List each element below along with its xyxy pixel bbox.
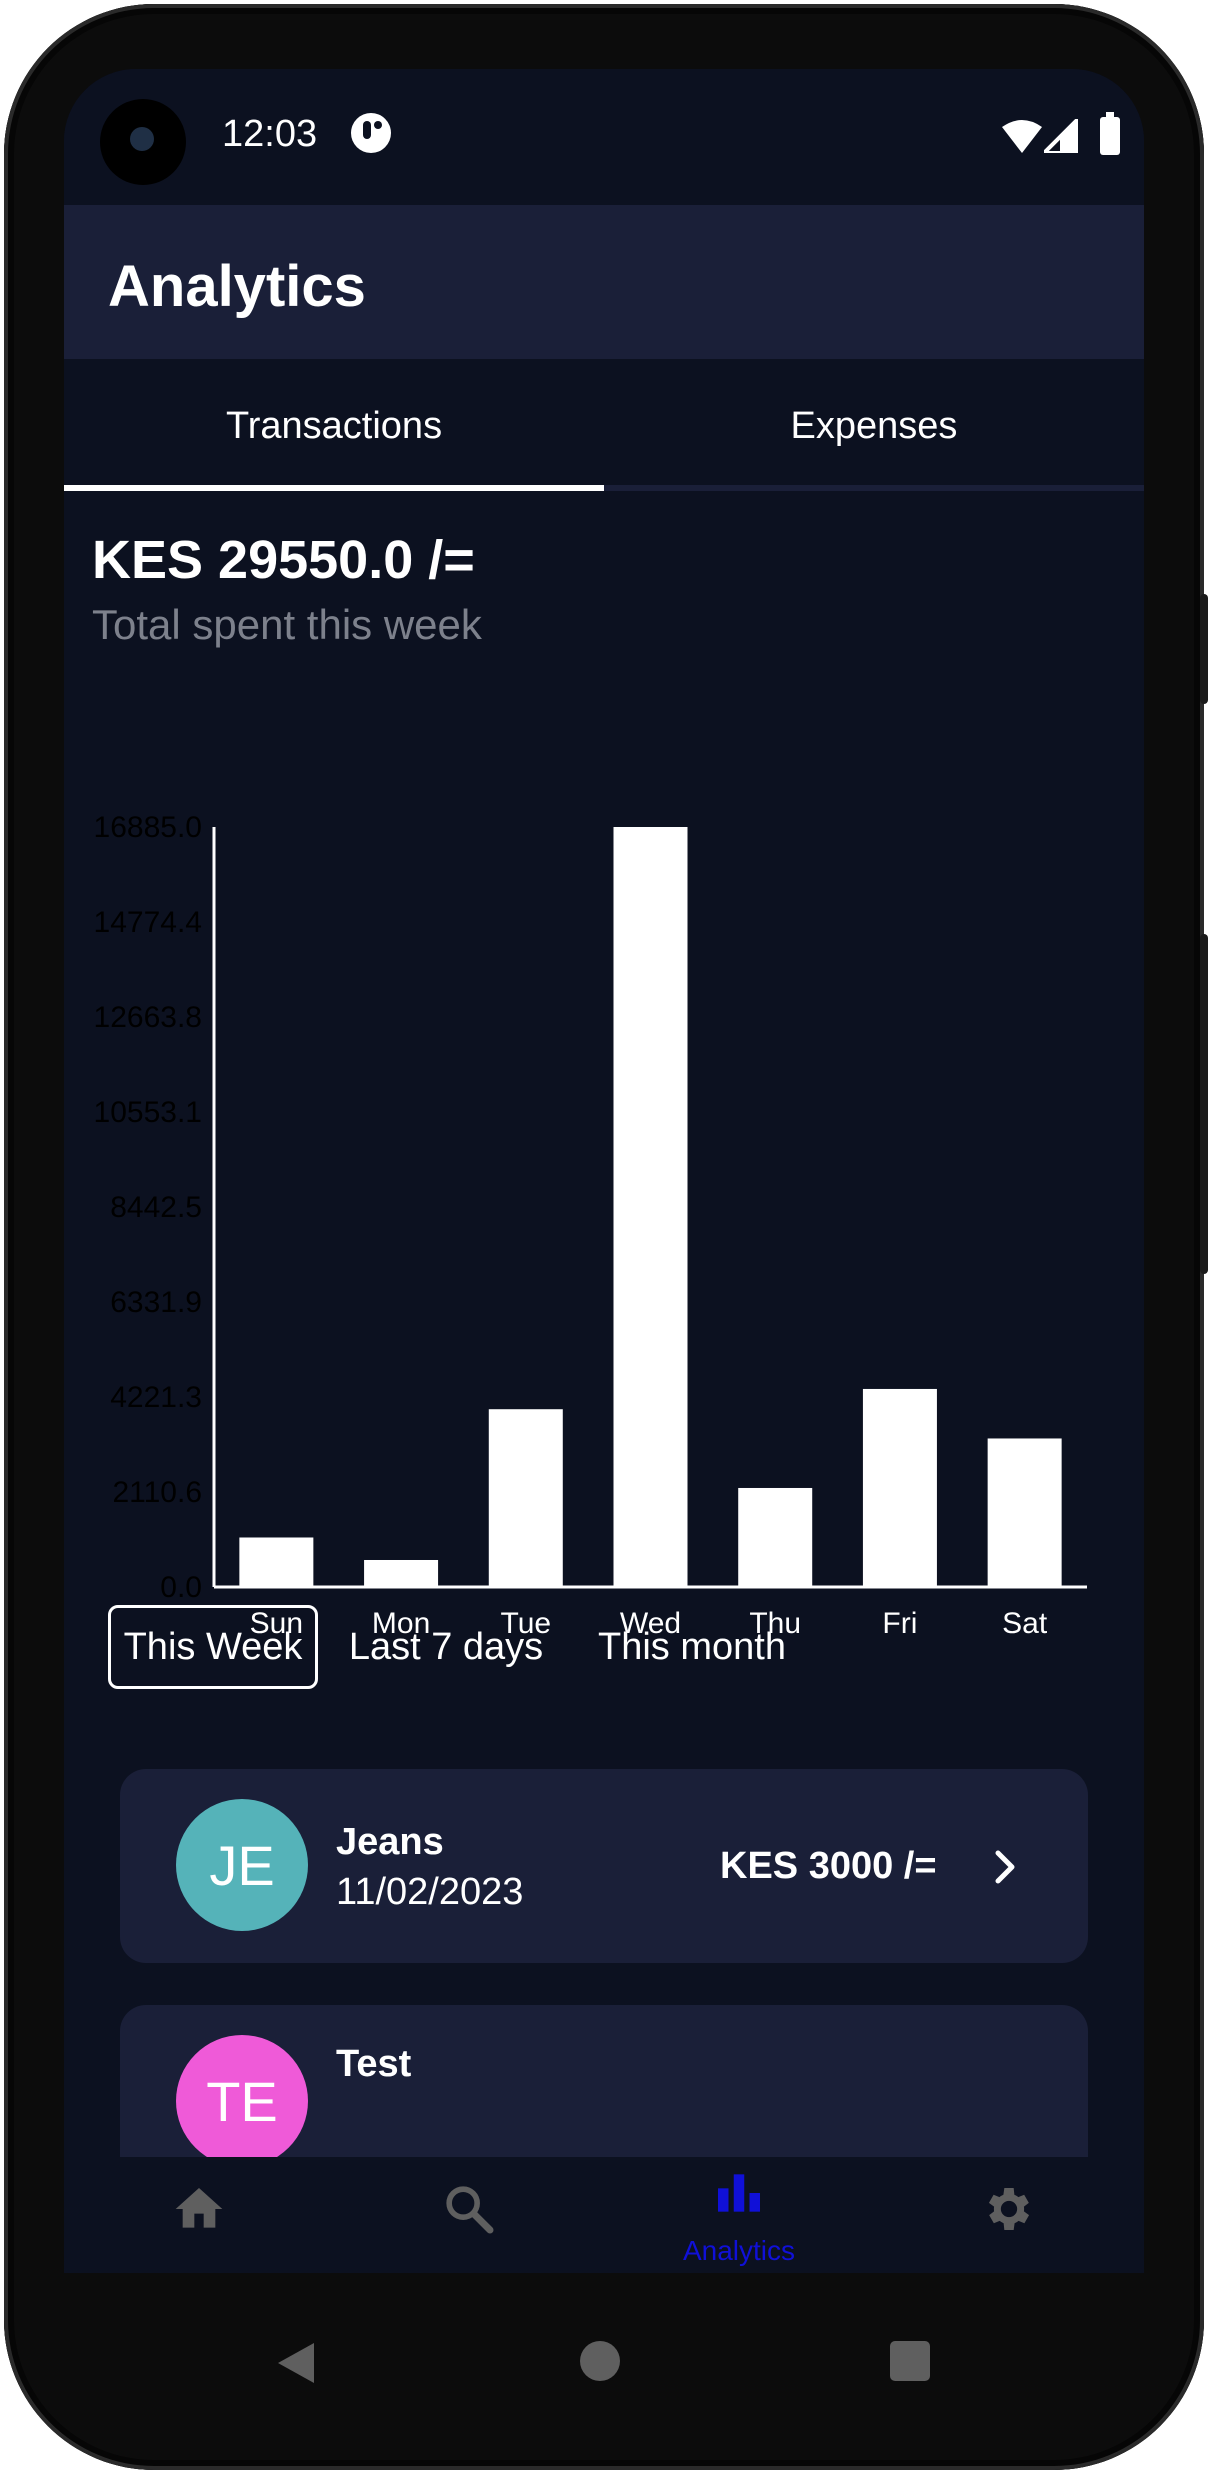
home-icon (175, 2188, 223, 2228)
front-camera (100, 99, 186, 185)
transaction-list: JE Jeans 11/02/2023 KES 3000 /= TE Test (64, 1769, 1144, 2157)
recent-apps-icon[interactable] (890, 2341, 930, 2381)
bar-mon (364, 1559, 439, 1587)
tab-bar: Transactions Expenses (64, 359, 1144, 493)
notification-icon (351, 113, 391, 153)
bar-sun (239, 1537, 314, 1587)
power-button (1200, 594, 1208, 704)
filter-this-month[interactable]: This month (572, 1605, 812, 1689)
bar-sat (987, 1438, 1062, 1587)
y-tick-label: 0.0 (160, 1571, 202, 1604)
wifi-icon (1002, 120, 1042, 153)
y-tick-label: 2110.6 (112, 1476, 202, 1509)
tab-indicator (64, 485, 604, 491)
filter-this-week[interactable]: This Week (108, 1605, 318, 1689)
chevron-right-icon[interactable] (988, 1847, 1022, 1887)
system-navigation-bar (64, 2273, 1144, 2473)
total-spent-caption: Total spent this week (92, 601, 482, 648)
y-tick-label: 12663.8 (94, 1001, 202, 1034)
tab-transactions[interactable]: Transactions (64, 359, 604, 493)
transaction-name: Test (336, 2043, 412, 2085)
tab-expenses[interactable]: Expenses (604, 359, 1144, 493)
nav-search[interactable] (334, 2157, 604, 2273)
battery-icon (1100, 112, 1120, 155)
nav-analytics[interactable]: Analytics (604, 2157, 874, 2273)
screen: 12:03 Analytics Transactions Expenses KE… (64, 69, 1144, 2273)
transaction-amount: KES 3000 /= (720, 1845, 937, 1887)
status-bar: 12:03 (64, 69, 1144, 205)
y-tick-label: 14774.4 (94, 906, 202, 939)
search-icon (446, 2186, 494, 2234)
period-filter: This Week Last 7 days This month (64, 1605, 1144, 1695)
bar-wed (613, 827, 688, 1587)
system-home-icon[interactable] (580, 2341, 620, 2381)
y-tick-label: 8442.5 (110, 1191, 202, 1224)
back-icon[interactable] (274, 2339, 318, 2387)
volume-button (1200, 934, 1208, 1274)
avatar: TE (176, 2035, 308, 2157)
y-tick-label: 10553.1 (94, 1096, 202, 1129)
nav-settings[interactable] (874, 2157, 1144, 2273)
bar-fri (862, 1388, 937, 1587)
status-time: 12:03 (222, 113, 318, 155)
transaction-card[interactable]: JE Jeans 11/02/2023 KES 3000 /= (120, 1769, 1088, 1963)
settings-icon (988, 2188, 1030, 2230)
app-bar: Analytics (64, 205, 1144, 359)
y-tick-label: 6331.9 (110, 1286, 202, 1319)
transaction-date: 11/02/2023 (336, 1871, 524, 1913)
bar-thu (738, 1487, 813, 1587)
page-title: Analytics (108, 254, 366, 319)
tab-track (604, 485, 1144, 491)
nav-analytics-label: Analytics (682, 2235, 796, 2266)
signal-icon (1044, 119, 1078, 153)
transaction-card[interactable]: TE Test (120, 2005, 1088, 2157)
avatar: JE (176, 1799, 308, 1931)
bottom-navigation: Analytics (64, 2157, 1144, 2273)
filter-last-7-days[interactable]: Last 7 days (332, 1605, 560, 1689)
y-tick-label: 16885.0 (94, 811, 202, 844)
bar-tue (488, 1409, 563, 1587)
weekly-bar-chart: 0.0 2110.6 4221.3 6331.9 8442.5 10553.1 12663.… (64, 729, 1144, 1669)
y-tick-label: 4221.3 (110, 1381, 202, 1414)
nav-home[interactable] (64, 2157, 334, 2273)
analytics-icon (718, 2174, 760, 2212)
phone-frame: 12:03 Analytics Transactions Expenses KE… (4, 4, 1208, 2473)
transaction-name: Jeans (336, 1821, 444, 1863)
total-spent-amount: KES 29550.0 /= (92, 530, 475, 590)
chart-canvas: 0.0 2110.6 4221.3 6331.9 8442.5 10553.1 12663.… (94, 811, 1087, 1640)
